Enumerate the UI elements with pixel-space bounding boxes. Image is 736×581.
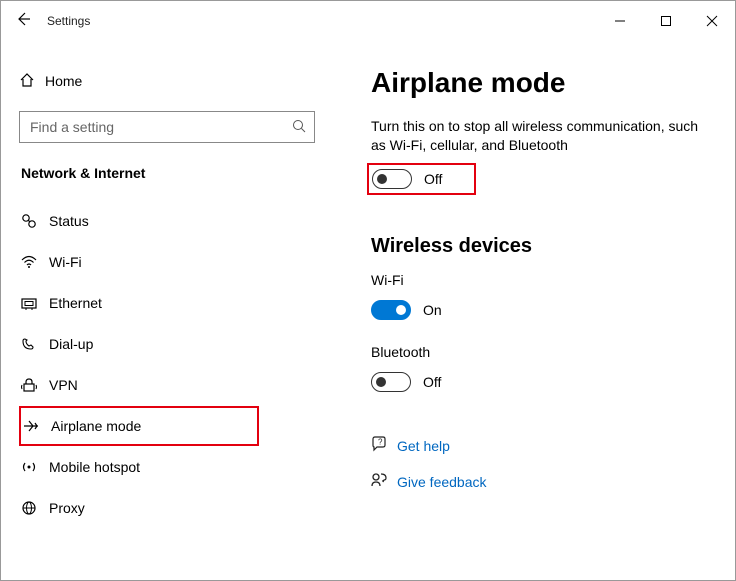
home-icon — [19, 72, 45, 91]
sidebar: Home Network & Internet Status Wi-Fi — [1, 41, 323, 580]
airplane-icon — [23, 418, 51, 434]
window-title: Settings — [45, 14, 597, 28]
wireless-devices-header: Wireless devices — [371, 235, 711, 258]
sidebar-item-label: Ethernet — [49, 295, 102, 311]
ethernet-icon — [21, 295, 49, 311]
back-button[interactable] — [1, 11, 45, 32]
svg-text:?: ? — [378, 438, 383, 447]
sidebar-item-label: Airplane mode — [51, 418, 141, 434]
bluetooth-state: Off — [423, 374, 441, 390]
give-feedback-link[interactable]: Give feedback — [371, 468, 711, 496]
wifi-icon — [21, 254, 49, 270]
sidebar-item-dialup[interactable]: Dial-up — [19, 324, 259, 364]
sidebar-item-label: Status — [49, 213, 89, 229]
sidebar-item-label: VPN — [49, 377, 78, 393]
maximize-button[interactable] — [643, 5, 689, 37]
wifi-toggle-row: On — [371, 294, 711, 326]
feedback-icon — [371, 472, 397, 491]
airplane-mode-toggle[interactable] — [372, 169, 412, 189]
dialup-icon — [21, 336, 49, 352]
close-button[interactable] — [689, 5, 735, 37]
sidebar-item-ethernet[interactable]: Ethernet — [19, 283, 259, 323]
sidebar-item-wifi[interactable]: Wi-Fi — [19, 242, 259, 282]
wifi-toggle[interactable] — [371, 300, 411, 320]
titlebar: Settings — [1, 1, 735, 41]
sidebar-item-airplane-mode[interactable]: Airplane mode — [19, 406, 259, 446]
sidebar-item-mobile-hotspot[interactable]: Mobile hotspot — [19, 447, 259, 487]
wifi-state: On — [423, 302, 442, 318]
search-box[interactable] — [19, 111, 315, 143]
sidebar-item-status[interactable]: Status — [19, 201, 259, 241]
category-header: Network & Internet — [19, 165, 323, 181]
vpn-icon — [21, 377, 49, 393]
sidebar-item-label: Proxy — [49, 500, 85, 516]
airplane-mode-toggle-row: Off — [367, 163, 476, 195]
bluetooth-toggle-row: Off — [371, 366, 711, 398]
help-icon: ? — [371, 436, 397, 455]
get-help-link[interactable]: ? Get help — [371, 432, 711, 460]
status-icon — [21, 213, 49, 229]
proxy-icon — [21, 500, 49, 516]
sidebar-item-proxy[interactable]: Proxy — [19, 488, 259, 528]
bluetooth-toggle[interactable] — [371, 372, 411, 392]
give-feedback-label: Give feedback — [397, 474, 487, 490]
sidebar-item-vpn[interactable]: VPN — [19, 365, 259, 405]
sidebar-item-label: Mobile hotspot — [49, 459, 140, 475]
home-label: Home — [45, 73, 82, 89]
window-buttons — [597, 5, 735, 37]
search-icon — [292, 119, 306, 136]
airplane-mode-state: Off — [424, 171, 442, 187]
bluetooth-label: Bluetooth — [371, 344, 711, 360]
sidebar-item-label: Dial-up — [49, 336, 93, 352]
page-title: Airplane mode — [371, 67, 711, 99]
wifi-label: Wi-Fi — [371, 272, 711, 288]
get-help-label: Get help — [397, 438, 450, 454]
main-panel: Airplane mode Turn this on to stop all w… — [323, 41, 735, 580]
search-input[interactable] — [28, 118, 292, 136]
airplane-mode-description: Turn this on to stop all wireless commun… — [371, 117, 711, 155]
minimize-button[interactable] — [597, 5, 643, 37]
hotspot-icon — [21, 459, 49, 475]
home-nav[interactable]: Home — [19, 63, 323, 99]
sidebar-item-label: Wi-Fi — [49, 254, 82, 270]
